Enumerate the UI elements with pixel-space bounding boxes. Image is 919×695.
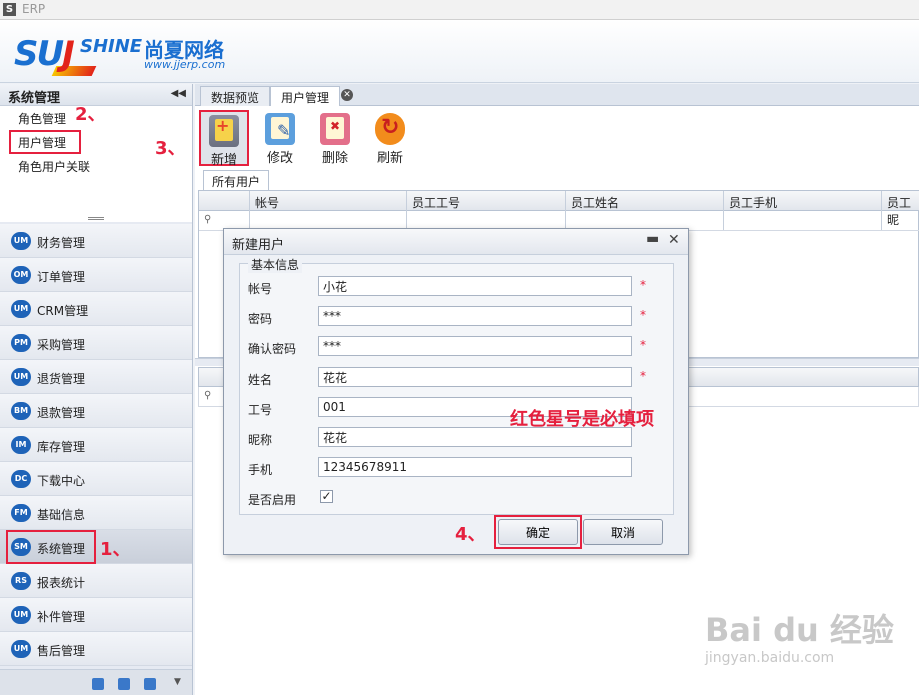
nav-item-purchasing[interactable]: PM 采购管理 [0,326,192,360]
sub-item-user-management[interactable]: 用户管理 [9,130,81,154]
watermark-logo: Bai du 经验 [705,611,894,649]
nav-item-returns[interactable]: UM 退货管理 [0,360,192,394]
title-bar: S ERP [0,0,919,20]
system-management-icon: SM [11,538,31,556]
nav-item-refunds[interactable]: BM 退款管理 [0,394,192,428]
app-icon: S [3,3,16,16]
after-sales-icon: UM [11,640,31,658]
field-phone: 手机 [248,457,668,479]
name-input[interactable] [318,367,632,387]
edit-button[interactable]: 修改 [255,110,305,166]
collapse-left-icon[interactable]: ◀◀ [171,88,186,99]
reports-icon: RS [11,572,31,590]
refunds-icon: BM [11,402,31,420]
header: SUJ SHINE 尚夏网络 www.jjerp.com [0,20,919,83]
new-user-dialog: 新建用户 ▬ ✕ 基本信息 帐号 * 密码 * 确认密码 * 姓名 * 工号 [223,228,689,555]
required-mark: * [640,369,646,383]
inventory-icon: IM [11,436,31,454]
annotation-step-3: 3、 [155,138,186,159]
nav-item-finance[interactable]: UM 财务管理 [0,224,192,258]
nav-item-system-management[interactable]: SM 系统管理 [0,530,192,564]
required-fields-note: 红色星号是必填项 [510,409,654,430]
orders-icon: OM [11,266,31,284]
refresh-icon [375,113,405,145]
nav-item-downloads[interactable]: DC 下载中心 [0,462,192,496]
crm-icon: UM [11,300,31,318]
grid-header: 帐号 员工工号 员工姓名 员工手机 员工昵 [199,191,919,231]
password-input[interactable] [318,306,632,326]
minimize-icon[interactable]: ▬ [646,231,659,247]
add-button[interactable]: 新增 [199,110,249,168]
annotation-step-4: 4、 [455,524,486,545]
nav-item-orders[interactable]: OM 订单管理 [0,258,192,292]
tab-all-users[interactable]: 所有用户 [203,170,270,190]
company-logo: SUJ SHINE 尚夏网络 www.jjerp.com [14,30,254,80]
layout-icon-1[interactable] [92,678,104,690]
filter-pin-icon: ⚲ [204,214,212,225]
layout-icon-3[interactable] [144,678,156,690]
close-icon[interactable]: ✕ [668,232,680,248]
toolbar: 新增 修改 删除 刷新 [195,107,919,168]
module-nav: UM 财务管理 OM 订单管理 UM CRM管理 PM 采购管理 UM 退货管理 BM 退款… [0,224,192,666]
layout-icon-2[interactable] [118,678,130,690]
sidebar: 系统管理 ◀◀ 角色管理 用户管理 角色用户关联 UM 财务管理 OM 订单管理 U… [0,84,193,695]
account-input[interactable] [318,276,632,296]
confirm-password-input[interactable] [318,336,632,356]
panel-splitter[interactable] [88,217,104,220]
edit-document-icon [265,113,295,145]
tab-user-management[interactable]: 用户管理 [270,86,341,106]
sidebar-footer: ▼ [0,669,192,695]
tab-bar: 数据预览 用户管理 ✕ [195,84,919,106]
logo-brand: SHINE [80,36,143,57]
field-password: 密码 * [248,306,668,328]
logo-mark: SUJ [14,34,75,74]
filter-pin-icon: ⚲ [204,390,212,401]
field-enabled: 是否启用 ✓ [248,489,333,507]
field-confirm-password: 确认密码 * [248,336,668,358]
logo-url: www.jjerp.com [144,58,226,71]
required-mark: * [640,338,646,352]
replacement-icon: UM [11,606,31,624]
basic-info-group: 基本信息 帐号 * 密码 * 确认密码 * 姓名 * 工号 昵称 [239,256,674,515]
column-header-employee-id[interactable]: 员工工号 [412,194,460,211]
close-tab-icon[interactable]: ✕ [341,89,353,101]
purchasing-icon: PM [11,334,31,352]
nav-item-basic-info[interactable]: FM 基础信息 [0,496,192,530]
dialog-title-bar: 新建用户 ▬ ✕ [224,229,688,255]
confirm-button[interactable]: 确定 [498,519,578,545]
field-name: 姓名 * [248,367,668,389]
nav-item-replacement[interactable]: UM 补件管理 [0,598,192,632]
add-document-icon [209,115,239,147]
basic-info-icon: FM [11,504,31,522]
dropdown-arrow-icon[interactable]: ▼ [174,677,181,687]
download-center-icon: DC [11,470,31,488]
nav-item-inventory[interactable]: IM 库存管理 [0,428,192,462]
delete-button[interactable]: 删除 [310,110,360,166]
nav-item-crm[interactable]: UM CRM管理 [0,292,192,326]
annotation-step-1: 1、 [100,539,131,560]
delete-document-icon [320,113,350,145]
column-header-employee-name[interactable]: 员工姓名 [571,194,619,211]
column-header-account[interactable]: 帐号 [255,194,279,211]
watermark-url: jingyan.baidu.com [705,650,835,666]
required-mark: * [640,278,646,292]
nav-item-after-sales[interactable]: UM 售后管理 [0,632,192,666]
tab-data-preview[interactable]: 数据预览 [200,86,271,106]
field-account: 帐号 * [248,276,668,298]
dialog-title: 新建用户 [232,238,285,253]
phone-input[interactable] [318,457,632,477]
enabled-checkbox[interactable]: ✓ [320,490,333,503]
refresh-button[interactable]: 刷新 [365,110,415,166]
sidebar-title-text: 系统管理 [8,91,61,106]
nav-item-reports[interactable]: RS 报表统计 [0,564,192,598]
annotation-step-2: 2、 [75,104,106,125]
group-legend: 基本信息 [248,256,303,273]
cancel-button[interactable]: 取消 [583,519,663,545]
finance-icon: UM [11,232,31,250]
window-title: ERP [22,2,46,16]
returns-icon: UM [11,368,31,386]
column-header-employee-phone[interactable]: 员工手机 [729,194,777,211]
required-mark: * [640,308,646,322]
